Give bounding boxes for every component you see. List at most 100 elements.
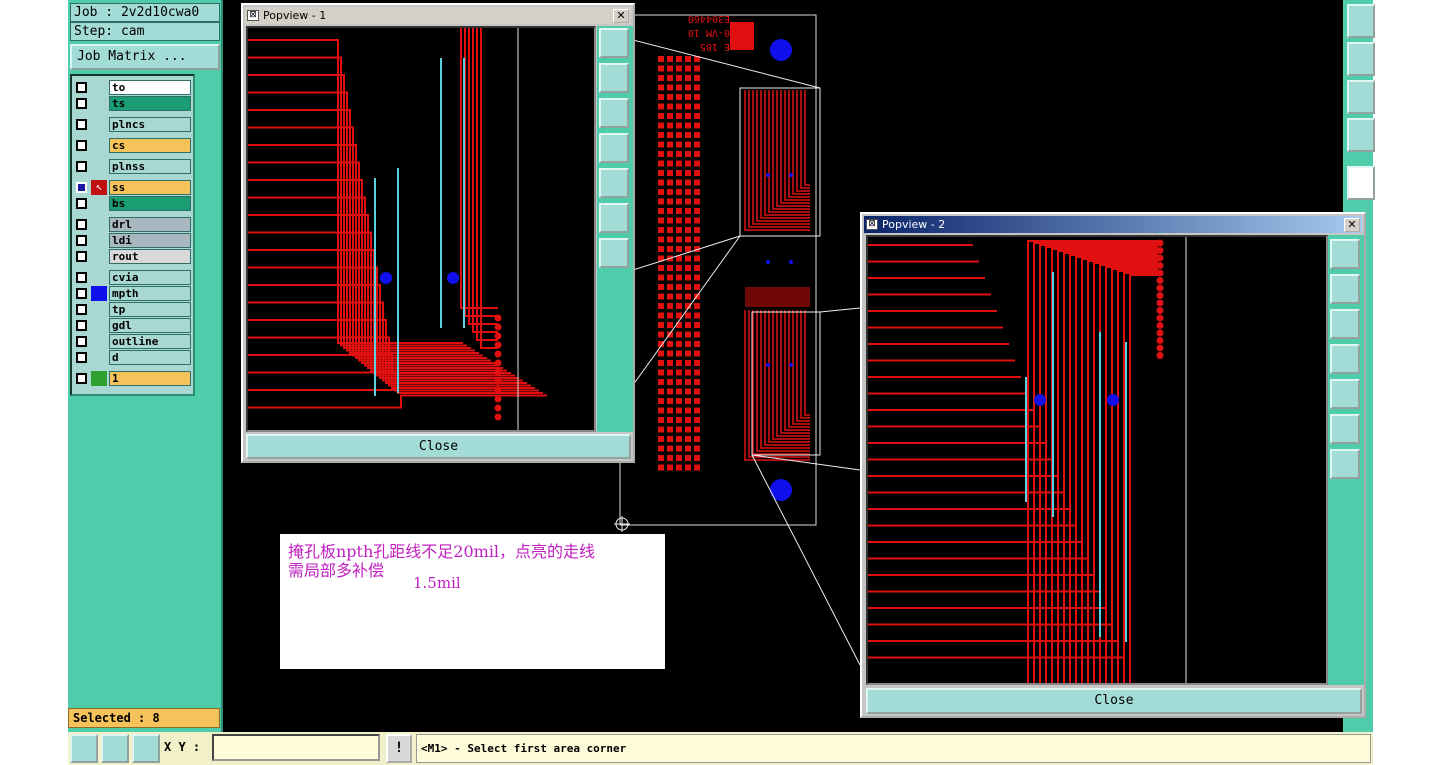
zoom-in-icon[interactable] xyxy=(1330,239,1360,269)
fit-frame-icon[interactable] xyxy=(1347,80,1375,114)
pan-right-icon[interactable] xyxy=(1330,379,1360,409)
layer-checkbox[interactable] xyxy=(76,288,87,299)
layer-row-ss[interactable]: ↖ ss xyxy=(76,180,192,195)
layer-checkbox[interactable] xyxy=(76,235,87,246)
job-matrix-button[interactable]: Job Matrix ... xyxy=(70,44,220,70)
layer-checkbox[interactable] xyxy=(76,198,87,209)
zoom-out-icon[interactable] xyxy=(599,203,629,233)
layer-name[interactable]: ss xyxy=(109,180,191,195)
layer-affected-mark[interactable] xyxy=(91,233,107,248)
layer-checkbox[interactable] xyxy=(76,304,87,315)
layer-affected-mark[interactable] xyxy=(91,334,107,349)
layer-row-plncs[interactable]: plncs xyxy=(76,117,192,132)
layer-row-gdl[interactable]: gdl xyxy=(76,318,192,333)
layer-name[interactable]: gdl xyxy=(109,318,191,333)
layer-affected-mark[interactable] xyxy=(91,318,107,333)
zoom-box-icon[interactable] xyxy=(70,734,98,763)
layer-name[interactable]: drl xyxy=(109,217,191,232)
popview-1-close-button[interactable]: Close xyxy=(246,434,631,459)
layer-checkbox[interactable] xyxy=(76,219,87,230)
layer-row-ts[interactable]: ts xyxy=(76,96,192,111)
layer-checkbox[interactable] xyxy=(76,98,87,109)
layer-affected-mark[interactable] xyxy=(91,249,107,264)
layer-checkbox[interactable] xyxy=(76,182,87,193)
layer-row-cs[interactable]: cs xyxy=(76,138,192,153)
layer-name[interactable]: plncs xyxy=(109,117,191,132)
layer-affected-mark[interactable] xyxy=(91,117,107,132)
popview-1-titlebar[interactable]: ⊠ Popview - 1 ✕ xyxy=(245,7,631,24)
layer-name[interactable]: d xyxy=(109,350,191,365)
alert-button[interactable]: ! xyxy=(386,734,412,763)
layer-affected-mark[interactable] xyxy=(91,302,107,317)
pan-down-icon[interactable] xyxy=(599,98,629,128)
layer-affected-mark[interactable] xyxy=(91,96,107,111)
layer-affected-mark[interactable] xyxy=(91,350,107,365)
layer-checkbox[interactable] xyxy=(76,119,87,130)
layer-affected-mark[interactable] xyxy=(91,371,107,386)
layer-affected-mark[interactable] xyxy=(91,196,107,211)
layer-row-bs[interactable]: bs xyxy=(76,196,192,211)
popview-2-viewport[interactable] xyxy=(866,235,1328,685)
layer-row-outline[interactable]: outline xyxy=(76,334,192,349)
close-icon[interactable]: ✕ xyxy=(1344,218,1360,232)
pan-up-icon[interactable] xyxy=(599,63,629,93)
grid-icon[interactable] xyxy=(132,734,160,763)
layer-checkbox[interactable] xyxy=(76,352,87,363)
layer-row-plnss[interactable]: plnss xyxy=(76,159,192,174)
layer-row-mpth[interactable]: mpth xyxy=(76,286,192,301)
zoom-in-icon[interactable] xyxy=(599,28,629,58)
layer-checkbox[interactable] xyxy=(76,140,87,151)
layer-affected-mark[interactable] xyxy=(91,286,107,301)
layer-affected-mark[interactable] xyxy=(91,270,107,285)
layer-row-ldi[interactable]: ldi xyxy=(76,233,192,248)
layer-affected-mark[interactable] xyxy=(91,159,107,174)
layer-row-drl[interactable]: drl xyxy=(76,217,192,232)
pan-right-icon[interactable] xyxy=(599,168,629,198)
pan-down-icon[interactable] xyxy=(1330,309,1360,339)
zoom-fit-icon[interactable] xyxy=(1330,449,1360,479)
layer-name[interactable]: cs xyxy=(109,138,191,153)
pan-left-icon[interactable] xyxy=(1347,42,1375,76)
layer-name[interactable]: outline xyxy=(109,334,191,349)
layer-row-tp[interactable]: tp xyxy=(76,302,192,317)
layer-checkbox[interactable] xyxy=(76,336,87,347)
popview-1-viewport[interactable] xyxy=(246,26,596,432)
layer-name[interactable]: mpth xyxy=(109,286,191,301)
layer-row-cvia[interactable]: cvia xyxy=(76,270,192,285)
layer-checkbox[interactable] xyxy=(76,272,87,283)
layer-affected-mark[interactable] xyxy=(91,138,107,153)
snap-circle-icon[interactable] xyxy=(1347,166,1375,200)
layer-name[interactable]: plnss xyxy=(109,159,191,174)
zoom-in-icon[interactable] xyxy=(1347,4,1375,38)
layer-name[interactable]: 1 xyxy=(109,371,191,386)
measure-icon[interactable] xyxy=(101,734,129,763)
work-layer-icon[interactable]: ↖ xyxy=(91,180,107,195)
popview-2-close-button[interactable]: Close xyxy=(866,688,1362,714)
layer-name[interactable]: ts xyxy=(109,96,191,111)
layer-name[interactable]: tp xyxy=(109,302,191,317)
layer-checkbox[interactable] xyxy=(76,161,87,172)
layer-affected-mark[interactable] xyxy=(91,217,107,232)
layer-affected-mark[interactable] xyxy=(91,80,107,95)
layer-row-rout[interactable]: rout xyxy=(76,249,192,264)
xy-input[interactable] xyxy=(212,734,380,761)
layer-name[interactable]: rout xyxy=(109,249,191,264)
layer-row-d[interactable]: d xyxy=(76,350,192,365)
layer-checkbox[interactable] xyxy=(76,82,87,93)
popview-2-titlebar[interactable]: ⊠ Popview - 2 ✕ xyxy=(864,216,1362,233)
pan-left-icon[interactable] xyxy=(1330,344,1360,374)
layer-checkbox[interactable] xyxy=(76,320,87,331)
layer-name[interactable]: cvia xyxy=(109,270,191,285)
layer-row-to[interactable]: to xyxy=(76,80,192,95)
zoom-fit-icon[interactable] xyxy=(599,238,629,268)
layer-checkbox[interactable] xyxy=(76,373,87,384)
close-icon[interactable]: ✕ xyxy=(613,9,629,23)
layer-name[interactable]: bs xyxy=(109,196,191,211)
layer-name[interactable]: ldi xyxy=(109,233,191,248)
layer-name[interactable]: to xyxy=(109,80,191,95)
zoom-out-icon[interactable] xyxy=(1330,414,1360,444)
pan-up-icon[interactable] xyxy=(1330,274,1360,304)
layer-checkbox[interactable] xyxy=(76,251,87,262)
layer-row-1[interactable]: 1 xyxy=(76,371,192,386)
pan-left-icon[interactable] xyxy=(599,133,629,163)
